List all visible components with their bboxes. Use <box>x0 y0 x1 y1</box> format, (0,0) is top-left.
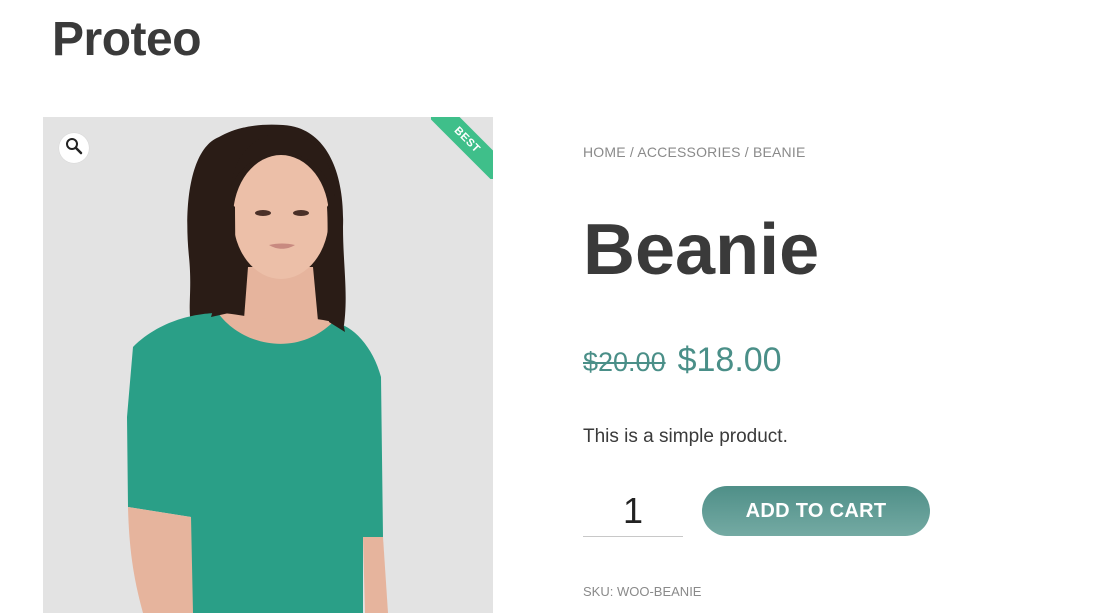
sku: SKU: WOO-BEANIE <box>583 584 701 599</box>
magnifier-icon <box>65 137 83 160</box>
sku-label: SKU: <box>583 584 614 599</box>
short-description: This is a simple product. <box>583 426 788 447</box>
product-title: Beanie <box>583 210 820 290</box>
add-to-cart-button[interactable]: ADD TO CART <box>702 486 930 536</box>
zoom-button[interactable] <box>59 133 89 163</box>
product-price: $20.00 $18.00 <box>583 341 782 380</box>
breadcrumb-current: BEANIE <box>752 144 806 160</box>
badge-ribbon: BEST <box>431 117 493 179</box>
regular-price: $20.00 <box>583 347 666 377</box>
site-title[interactable]: Proteo <box>52 14 202 66</box>
breadcrumb-category[interactable]: ACCESSORIES <box>637 144 740 160</box>
breadcrumb-separator: / <box>740 144 753 160</box>
breadcrumb-home[interactable]: HOME <box>583 144 626 160</box>
best-badge: BEST <box>431 117 493 179</box>
product-page: Proteo BEST HOME / ACCESSORIES / BEANIE … <box>0 0 1108 613</box>
product-image <box>43 117 493 613</box>
sale-price: $18.00 <box>677 341 782 379</box>
breadcrumb-separator: / <box>625 144 638 160</box>
sku-value: WOO-BEANIE <box>616 584 702 599</box>
product-gallery: BEST <box>43 117 493 613</box>
quantity-input[interactable] <box>583 486 683 537</box>
breadcrumb: HOME / ACCESSORIES / BEANIE <box>583 144 806 160</box>
